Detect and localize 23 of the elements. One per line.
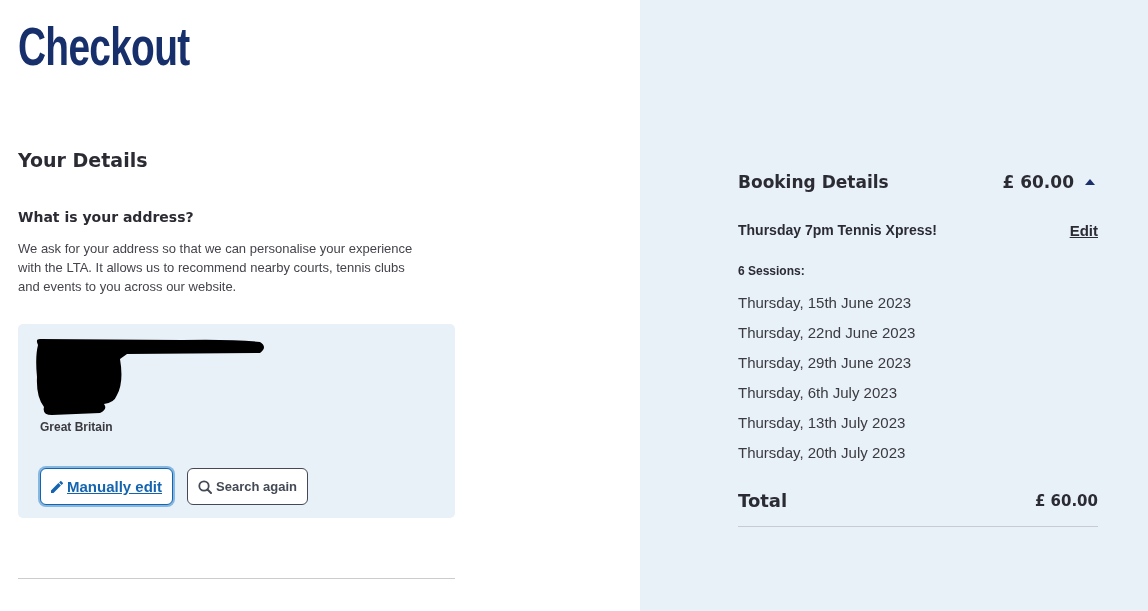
question-label: What is your address? — [18, 208, 195, 226]
caret-icon[interactable] — [1085, 179, 1095, 185]
address-country: Great Britain — [40, 420, 113, 434]
edit-link[interactable]: Edit — [1069, 222, 1098, 239]
section-heading: Your Details — [18, 148, 149, 172]
manual-edit-button[interactable]: Manually edit — [40, 468, 174, 505]
session-date: Thursday, 6th July 2023 — [738, 383, 898, 403]
session-date: Thursday, 29th June 2023 — [738, 353, 913, 373]
session-name: Thursday 7pm Tennis Xpress! — [738, 222, 937, 239]
session-date: Thursday, 22nd June 2023 — [738, 323, 917, 343]
session-date: Thursday, 20th July 2023 — [738, 443, 907, 463]
booking-price: £ 60.00 — [1002, 172, 1074, 192]
total-label: Total — [738, 490, 788, 511]
pencil-icon — [51, 480, 63, 493]
page-title: Checkout — [18, 15, 191, 78]
search-again-button[interactable]: Search again — [187, 468, 308, 505]
booking-details-title: Booking Details — [738, 172, 890, 192]
search-icon — [198, 479, 213, 494]
total-amount: £ 60.00 — [1034, 491, 1098, 510]
session-date: Thursday, 15th June 2023 — [738, 293, 913, 313]
sessions-label: 6 Sessions: — [738, 264, 806, 278]
session-date: Thursday, 13th July 2023 — [738, 413, 907, 433]
description-text: We ask for your address so that we can personalise your experience with the LTA. It allows us to recommend nearby courts, tennis clubs and events to you across our website. — [18, 240, 414, 296]
